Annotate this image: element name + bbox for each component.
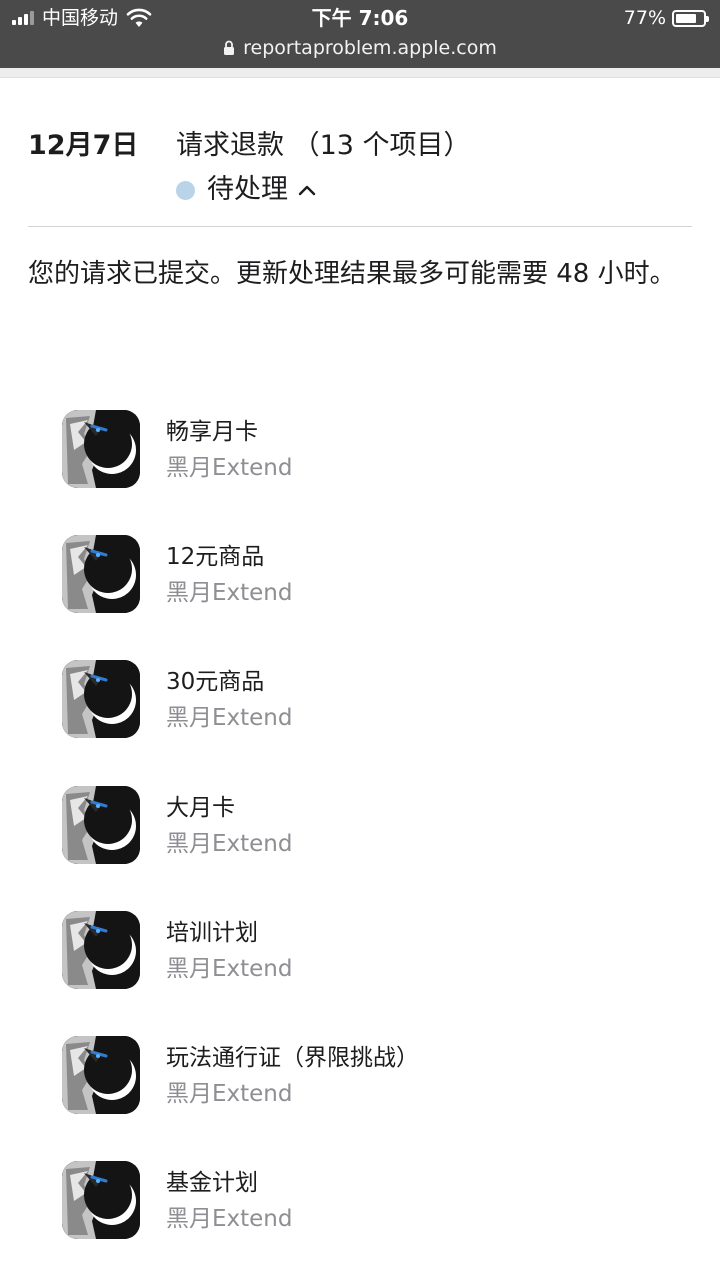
status-dot-icon [176,180,195,200]
clock: 下午 7:06 [311,6,409,30]
chevron-up-icon [298,185,316,196]
item-app-name: 黑月Extend [166,955,293,982]
list-item: 畅享月卡 黑月Extend [62,410,692,535]
battery-status: 77% [623,6,709,30]
item-name: 基金计划 [166,1170,258,1197]
battery-level [676,13,697,23]
list-item: 玩法通行证（界限挑战） 黑月Extend [62,1035,692,1161]
request-status-toggle[interactable]: 待处理 [176,172,316,208]
header-divider [28,226,692,227]
item-app-name: 黑月Extend [166,705,293,732]
item-app-name: 黑月Extend [166,1080,293,1107]
app-icon [62,535,140,614]
item-app-name: 黑月Extend [166,830,293,857]
request-date: 12月7日 [28,130,139,161]
toolbar-separator [0,68,720,78]
item-name: 畅享月卡 [166,419,258,445]
item-list: 畅享月卡 黑月Extend 12元商品 黑月Extend 30元商品 黑月Ext… [62,410,692,1286]
item-app-name: 黑月Extend [166,1206,293,1233]
list-item: 基金计划 黑月Extend [62,1161,692,1286]
item-name: 大月卡 [166,794,235,821]
status-label: 待处理 [207,174,288,205]
request-title: 请求退款 （13 个项目） [176,130,471,161]
url-text: reportaproblem.apple.com [243,37,497,59]
item-name: 玩法通行证（界限挑战） [166,1044,419,1071]
browser-chrome: 中国移动 下午 7:06 77% reportaproblem.apple.co… [0,0,720,68]
list-item: 培训计划 黑月Extend [62,910,692,1036]
item-name: 30元商品 [166,669,265,696]
app-icon [62,1035,140,1114]
lock-icon [224,40,235,55]
status-bar: 中国移动 下午 7:06 77% [0,0,720,36]
item-app-name: 黑月Extend [166,580,293,607]
app-icon [62,785,140,864]
battery-percent: 77% [623,7,666,29]
list-item: 12元商品 黑月Extend [62,535,692,660]
item-name: 培训计划 [166,919,258,946]
item-name: 12元商品 [166,544,265,571]
app-icon [62,910,140,989]
list-item: 大月卡 黑月Extend [62,785,692,911]
address-bar[interactable]: reportaproblem.apple.com [0,34,720,62]
battery-icon [672,9,709,27]
app-icon [62,1161,140,1240]
submission-notice: 您的请求已提交。更新处理结果最多可能需要 48 小时。 [28,259,676,289]
list-item: 30元商品 黑月Extend [62,660,692,785]
item-app-name: 黑月Extend [166,455,293,481]
app-icon [62,660,140,739]
app-icon [62,410,140,488]
